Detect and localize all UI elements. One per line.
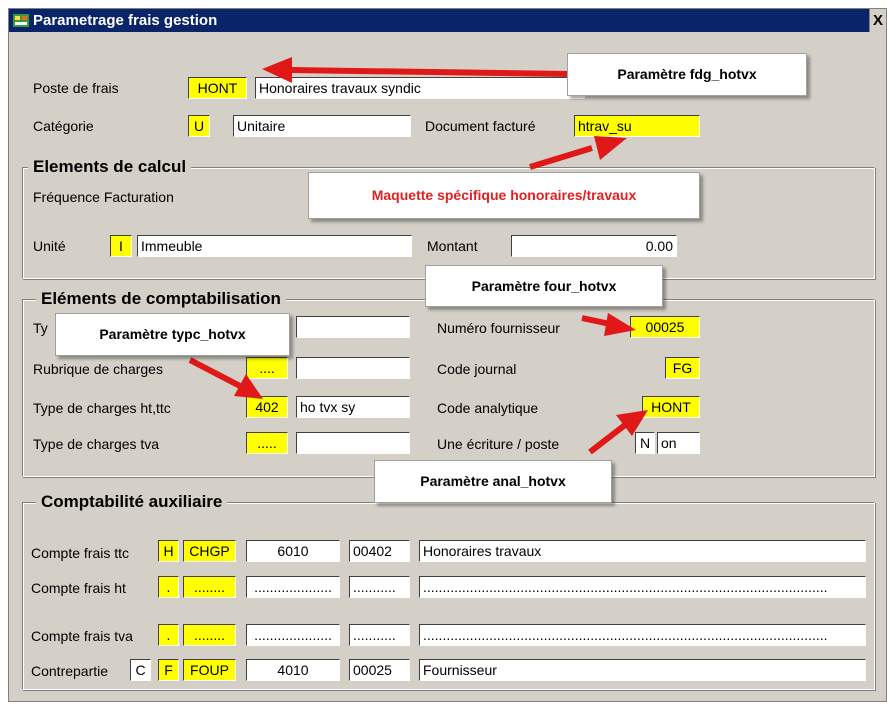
frequence-label: Fréquence Facturation bbox=[33, 189, 174, 205]
aux-row-label: Compte frais ttc bbox=[31, 545, 130, 561]
poste-desc-field[interactable]: Honoraires travaux syndic bbox=[255, 77, 585, 99]
close-button[interactable]: X bbox=[869, 9, 886, 32]
categorie-code-field[interactable]: U bbox=[188, 115, 210, 137]
categorie-label: Catégorie bbox=[33, 118, 94, 134]
ecriture-label: Une écriture / poste bbox=[437, 436, 560, 452]
calcul-title: Elements de calcul bbox=[28, 157, 192, 177]
aux-row-label: Contrepartie bbox=[31, 663, 109, 679]
aux-tva-c1[interactable]: . bbox=[158, 624, 179, 646]
journal-label: Code journal bbox=[437, 361, 517, 377]
compta-title: Eléments de comptabilisation bbox=[36, 289, 286, 309]
aux-contre-c5[interactable]: Fournisseur bbox=[419, 659, 866, 681]
auxiliaire-title: Comptabilité auxiliaire bbox=[36, 492, 228, 512]
aux-ttc-c3[interactable]: 6010 bbox=[246, 540, 340, 562]
fournisseur-label: Numéro fournisseur bbox=[437, 320, 560, 336]
callout-four: Paramètre four_hotvx bbox=[425, 265, 663, 307]
ecriture-code-field[interactable]: N bbox=[635, 432, 655, 454]
aux-ht-c5[interactable]: ........................................… bbox=[419, 576, 866, 598]
callout-anal: Paramètre anal_hotvx bbox=[374, 460, 612, 503]
fournisseur-field[interactable]: 00025 bbox=[630, 316, 700, 338]
categorie-desc-field[interactable]: Unitaire bbox=[233, 115, 411, 137]
montant-field[interactable]: 0.00 bbox=[511, 235, 677, 257]
aux-contre-c2[interactable]: FOUP bbox=[183, 659, 236, 681]
journal-field[interactable]: FG bbox=[665, 357, 700, 379]
aux-ttc-c2[interactable]: CHGP bbox=[183, 540, 236, 562]
aux-ttc-c1[interactable]: H bbox=[158, 540, 179, 562]
document-label: Document facturé bbox=[425, 118, 536, 134]
aux-contre-c0[interactable]: C bbox=[130, 659, 151, 681]
ecriture-desc-field[interactable]: on bbox=[657, 432, 700, 454]
aux-row-label: Compte frais ht bbox=[31, 580, 126, 596]
type-ht-label: Type de charges ht,ttc bbox=[33, 400, 171, 416]
unite-label: Unité bbox=[33, 238, 66, 254]
unite-code-field[interactable]: I bbox=[110, 235, 132, 257]
analytique-field[interactable]: HONT bbox=[642, 396, 700, 418]
aux-tva-c5[interactable]: ........................................… bbox=[419, 624, 866, 646]
window-title: Parametrage frais gestion bbox=[33, 12, 218, 29]
montant-label: Montant bbox=[427, 238, 478, 254]
app-icon bbox=[13, 14, 29, 27]
type-ht-desc-field[interactable]: ho tvx sy bbox=[296, 396, 410, 418]
typc-desc-field[interactable] bbox=[296, 316, 410, 338]
aux-contre-c3[interactable]: 4010 bbox=[246, 659, 340, 681]
aux-ttc-c5[interactable]: Honoraires travaux bbox=[419, 540, 866, 562]
rubrique-desc-field[interactable] bbox=[296, 357, 410, 379]
callout-maquette: Maquette spécifique honoraires/travaux bbox=[308, 172, 700, 219]
aux-ht-c3[interactable]: .................... bbox=[246, 576, 340, 598]
ty-label: Ty bbox=[33, 320, 48, 336]
aux-tva-c3[interactable]: .................... bbox=[246, 624, 340, 646]
aux-ht-c1[interactable]: . bbox=[158, 576, 179, 598]
aux-ht-c2[interactable]: ........ bbox=[183, 576, 236, 598]
aux-contre-c1[interactable]: F bbox=[158, 659, 179, 681]
aux-contre-c4[interactable]: 00025 bbox=[349, 659, 410, 681]
poste-label: Poste de frais bbox=[33, 80, 119, 96]
rubrique-code-field[interactable]: .... bbox=[246, 357, 288, 379]
title-bar[interactable]: Parametrage frais gestion X bbox=[9, 9, 886, 32]
unite-desc-field[interactable]: Immeuble bbox=[137, 235, 412, 257]
callout-typc: Paramètre typc_hotvx bbox=[55, 313, 290, 356]
type-tva-desc-field[interactable] bbox=[296, 432, 410, 454]
aux-tva-c4[interactable]: ........... bbox=[349, 624, 410, 646]
analytique-label: Code analytique bbox=[437, 400, 539, 416]
aux-row-label: Compte frais tva bbox=[31, 628, 133, 644]
aux-ht-c4[interactable]: ........... bbox=[349, 576, 410, 598]
type-ht-code-field[interactable]: 402 bbox=[246, 396, 288, 418]
aux-ttc-c4[interactable]: 00402 bbox=[349, 540, 410, 562]
document-field[interactable]: htrav_su bbox=[574, 115, 700, 137]
type-tva-label: Type de charges tva bbox=[33, 436, 160, 452]
rubrique-label: Rubrique de charges bbox=[33, 361, 163, 377]
callout-fdg: Paramètre fdg_hotvx bbox=[567, 53, 807, 96]
aux-tva-c2[interactable]: ........ bbox=[183, 624, 236, 646]
type-tva-code-field[interactable]: ..... bbox=[246, 432, 288, 454]
poste-code-field[interactable]: HONT bbox=[188, 77, 247, 99]
